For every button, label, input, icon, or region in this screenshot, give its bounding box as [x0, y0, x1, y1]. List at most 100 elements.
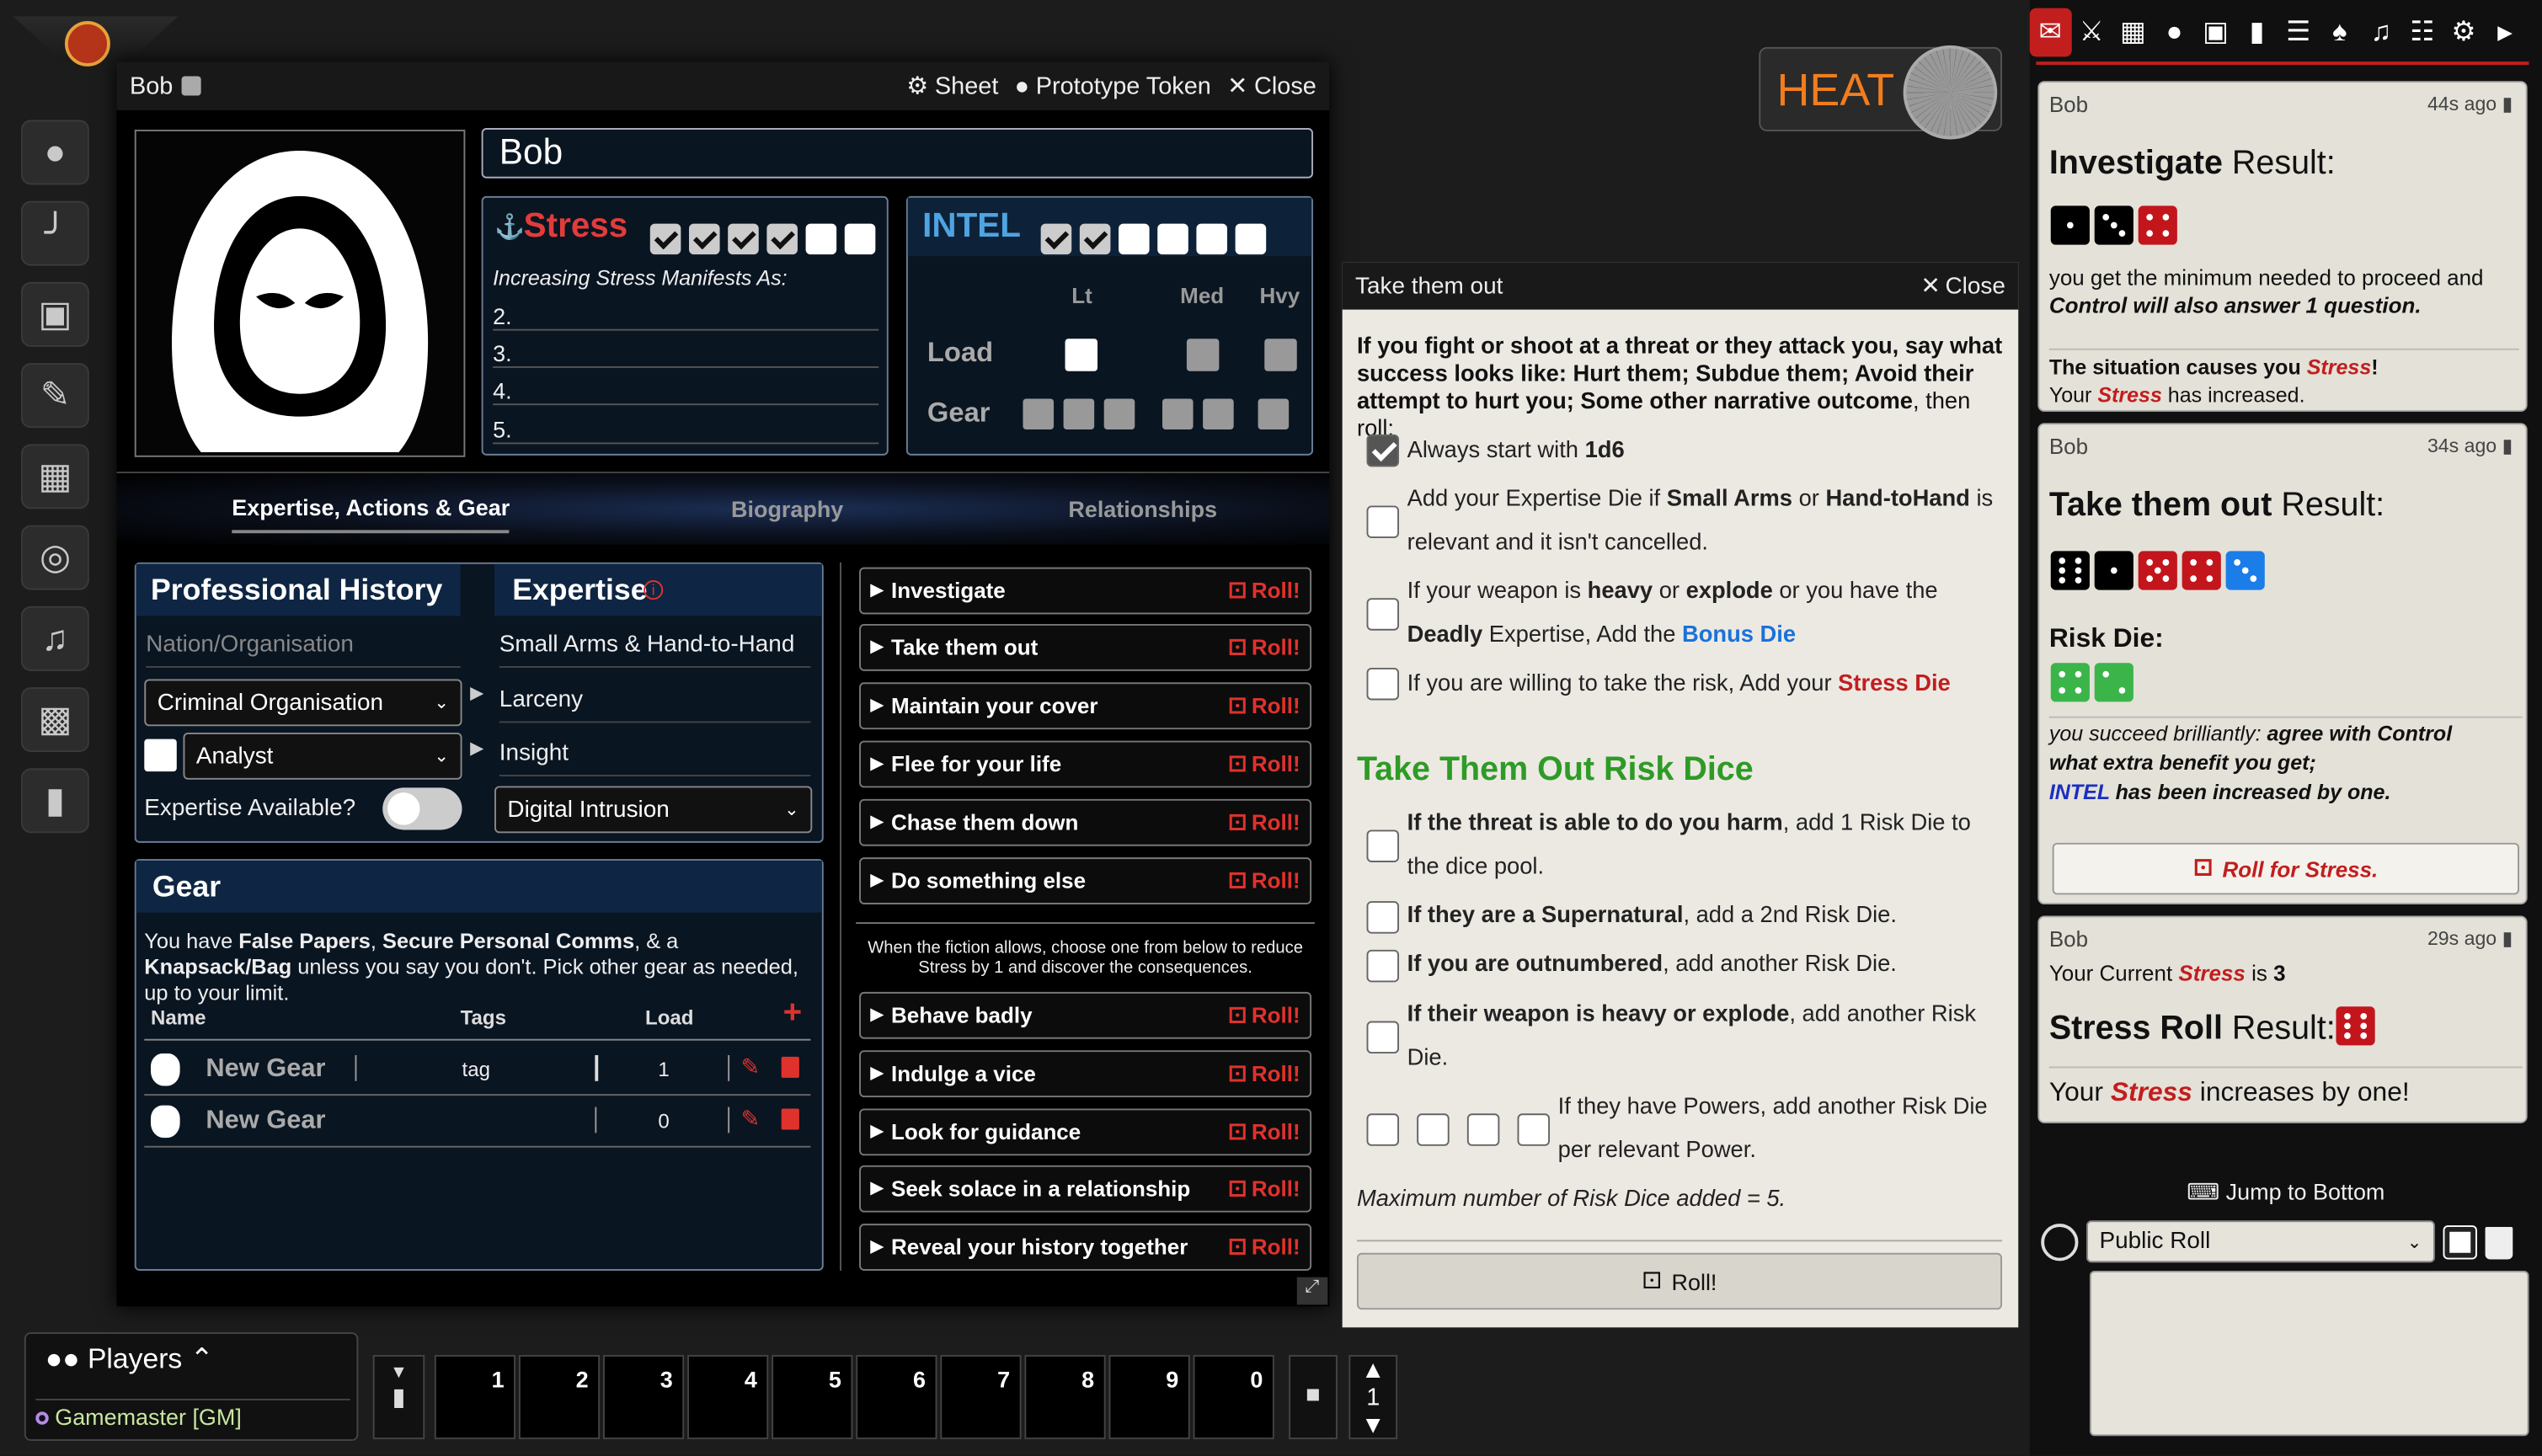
- playlists-icon[interactable]: ♫: [2360, 16, 2401, 48]
- stress-box-4[interactable]: [766, 223, 798, 255]
- risk-power-checkbox-4[interactable]: [1517, 1113, 1551, 1146]
- stress-track[interactable]: [649, 211, 884, 263]
- dice-tray-icon[interactable]: [2041, 1224, 2079, 1261]
- chat-input[interactable]: [2089, 1270, 2529, 1437]
- stress-die-checkbox[interactable]: [1366, 667, 1400, 701]
- organisation-select[interactable]: Criminal Organisation ⌄: [144, 679, 462, 727]
- sheet-header[interactable]: Bob ⚙ Sheet ● Prototype Token ✕ Close: [116, 61, 1330, 110]
- delete-icon[interactable]: ▮: [2502, 435, 2513, 457]
- risk-supernatural-checkbox[interactable]: [1366, 901, 1400, 934]
- notes-icon[interactable]: ▮: [21, 768, 89, 834]
- portrait[interactable]: [134, 129, 466, 457]
- manifest-line-2[interactable]: 2.: [493, 303, 879, 331]
- items-icon[interactable]: ▣: [2195, 16, 2236, 48]
- resize-handle-icon[interactable]: ⤢: [1296, 1277, 1328, 1305]
- stress-action-solace[interactable]: ▶ Seek solace in a relationship ⚀ Roll!: [859, 1165, 1312, 1213]
- hotbar-slot[interactable]: 3: [602, 1355, 685, 1440]
- dialog-close-button[interactable]: Close: [1945, 273, 2005, 299]
- compendium-icon[interactable]: ☷: [2401, 16, 2443, 48]
- actors-icon[interactable]: ●: [2154, 16, 2195, 48]
- stress-box-3[interactable]: [728, 223, 759, 255]
- delete-icon[interactable]: ▮: [2502, 93, 2513, 115]
- intel-track[interactable]: [1040, 211, 1274, 263]
- hotbar-slot[interactable]: 7: [940, 1355, 1022, 1440]
- risk-power-checkbox-1[interactable]: [1366, 1113, 1400, 1146]
- bonus-die-checkbox[interactable]: [1366, 598, 1400, 631]
- stress-action-behave-badly[interactable]: ▶ Behave badly ⚀ Roll!: [859, 991, 1312, 1039]
- settings-icon[interactable]: ⚙: [2443, 16, 2485, 48]
- expertise-select[interactable]: Digital Intrusion ⌄: [494, 786, 813, 834]
- collapse-icon[interactable]: ▶: [2485, 21, 2526, 44]
- info-icon[interactable]: i: [644, 580, 664, 600]
- add-gear-button[interactable]: +: [783, 995, 802, 1032]
- player-entry[interactable]: Gamemaster [GM]: [35, 1399, 350, 1430]
- stress-box-6[interactable]: [844, 223, 876, 255]
- players-header[interactable]: ●● Players ⌃: [45, 1342, 214, 1376]
- hotbar-slot[interactable]: 6: [856, 1355, 937, 1440]
- hotbar-slot[interactable]: 9: [1108, 1355, 1190, 1440]
- journal-icon[interactable]: ▮: [2236, 16, 2278, 48]
- hotbar-slot[interactable]: 0: [1193, 1355, 1274, 1440]
- expertise-available-toggle[interactable]: [382, 787, 462, 830]
- risk-power-checkbox-2[interactable]: [1417, 1113, 1450, 1146]
- gear-row[interactable]: New Gear tag 1 ✎: [144, 1045, 811, 1096]
- manifest-line-3[interactable]: 3.: [493, 340, 879, 368]
- action-flee[interactable]: ▶ Flee for your life ⚀ Roll!: [859, 740, 1312, 788]
- stress-action-reveal-history[interactable]: ▶ Reveal your history together ⚀ Roll!: [859, 1224, 1312, 1271]
- prototype-token-icon[interactable]: ●: [1015, 72, 1029, 100]
- load-hvy-box[interactable]: [1264, 339, 1297, 371]
- risk-outnumbered-checkbox[interactable]: [1366, 949, 1400, 983]
- manifest-line-5[interactable]: 5.: [493, 417, 879, 445]
- hotbar-page-control[interactable]: ▲ 1 ▼: [1348, 1355, 1398, 1440]
- scenes-icon[interactable]: ▦: [2112, 16, 2154, 48]
- sheet-config-button[interactable]: Sheet: [935, 72, 998, 100]
- hotbar-slot[interactable]: 8: [1024, 1355, 1106, 1440]
- action-maintain-cover[interactable]: ▶ Maintain your cover ⚀ Roll!: [859, 682, 1312, 730]
- jump-to-bottom-button[interactable]: ⌨ Jump to Bottom: [2030, 1178, 2542, 1217]
- combat-icon[interactable]: ⚔: [2071, 16, 2112, 48]
- heat-clock[interactable]: [1903, 45, 1998, 140]
- dialog-header[interactable]: Take them out ✕ Close: [1342, 262, 2019, 310]
- intel-box-2[interactable]: [1079, 223, 1111, 255]
- expertise-item[interactable]: Larceny: [499, 687, 811, 723]
- hotbar-slot[interactable]: 4: [687, 1355, 769, 1440]
- lighting-icon[interactable]: ◎: [21, 525, 89, 590]
- close-icon[interactable]: ✕: [1920, 273, 1940, 299]
- load-lt-box[interactable]: [1065, 339, 1098, 371]
- clear-chat-icon[interactable]: [2485, 1226, 2513, 1260]
- intel-box-5[interactable]: [1196, 223, 1227, 255]
- edit-icon[interactable]: ✎: [741, 1053, 761, 1081]
- sheet-gear-icon[interactable]: ⚙: [906, 72, 928, 101]
- walls-icon[interactable]: ▦: [21, 444, 89, 509]
- expertise-item[interactable]: Small Arms & Hand-to-Hand: [499, 632, 811, 668]
- load-med-box[interactable]: [1186, 339, 1220, 371]
- stress-action-guidance[interactable]: ▶ Look for guidance ⚀ Roll!: [859, 1108, 1312, 1156]
- action-investigate[interactable]: ▶ Investigate ⚀ Roll!: [859, 567, 1312, 615]
- hotbar-lock-icon[interactable]: ■: [1289, 1355, 1338, 1440]
- tab-biography[interactable]: Biography: [731, 496, 843, 522]
- close-icon[interactable]: ✕: [1227, 72, 1247, 101]
- prototype-token-button[interactable]: Prototype Token: [1036, 72, 1211, 100]
- dialog-roll-button[interactable]: ⚀ Roll!: [1356, 1252, 2003, 1310]
- role-select[interactable]: Analyst ⌄: [183, 732, 462, 780]
- delete-icon[interactable]: [781, 1056, 799, 1078]
- intel-box-3[interactable]: [1119, 223, 1150, 255]
- save-icon[interactable]: [2443, 1225, 2477, 1260]
- action-something-else[interactable]: ▶ Do something else ⚀ Roll!: [859, 857, 1312, 904]
- roll-mode-select[interactable]: Public Roll ⌄: [2086, 1220, 2435, 1263]
- risk-weapon-checkbox[interactable]: [1366, 1021, 1400, 1054]
- always-checkbox[interactable]: [1366, 434, 1400, 467]
- stress-box-5[interactable]: [805, 223, 837, 255]
- regions-icon[interactable]: ▩: [21, 687, 89, 753]
- delete-icon[interactable]: [781, 1108, 799, 1130]
- tab-expertise-actions-gear[interactable]: Expertise, Actions & Gear: [232, 494, 510, 534]
- d20-logo-icon[interactable]: [64, 21, 110, 67]
- token-controls-icon[interactable]: ●: [21, 120, 89, 185]
- actor-name-field[interactable]: Bob: [481, 128, 1314, 179]
- edit-icon[interactable]: ✎: [741, 1106, 761, 1133]
- expertise-item[interactable]: Insight: [499, 741, 811, 776]
- gear-row[interactable]: New Gear 0 ✎: [144, 1097, 811, 1148]
- tab-relationships[interactable]: Relationships: [1068, 496, 1217, 522]
- tiles-icon[interactable]: ▣: [21, 281, 89, 347]
- risk-power-checkbox-3[interactable]: [1466, 1113, 1500, 1146]
